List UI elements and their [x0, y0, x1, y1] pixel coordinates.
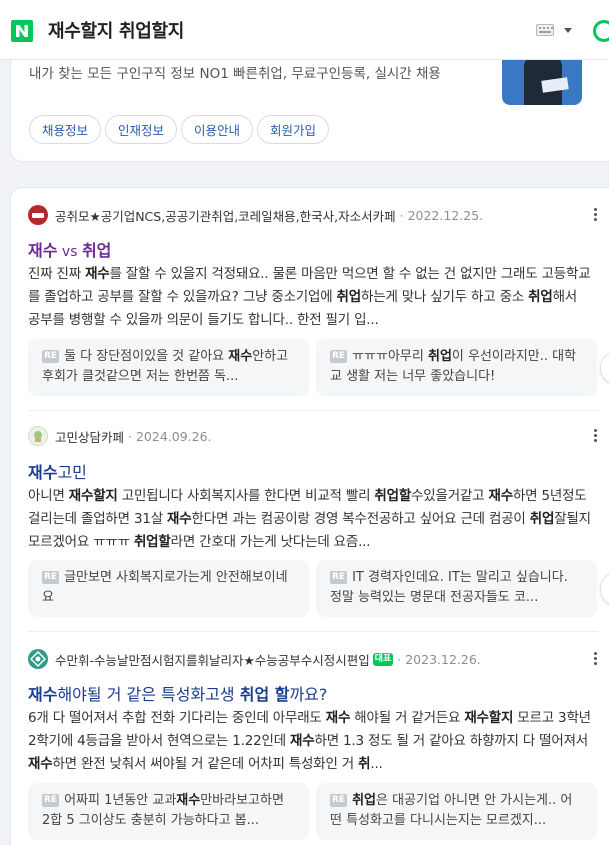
more-options-icon[interactable] — [594, 429, 597, 443]
result-source[interactable]: 고민상담카페 · 2024.09.26. — [28, 426, 212, 446]
result-title[interactable]: 재수 vs 취업 — [28, 237, 111, 261]
post-date: · 2022.12.25. — [399, 207, 484, 223]
cafe-avatar — [28, 426, 48, 446]
result-source[interactable]: 수만휘-수능날만점시험지를휘날리자★수능공부수시정시편입 대표 · 2023.1… — [28, 649, 481, 669]
divider — [28, 631, 598, 632]
comment-card[interactable]: RE 어짜피 1년동안 교과재수만바라보고하면 2합 5 그이상도 충분히 가능하… — [28, 783, 309, 840]
ad-link-guide[interactable]: 이용안내 — [181, 115, 254, 144]
search-icon[interactable] — [593, 20, 609, 42]
cafe-name: 공취모★공기업NCS,공공기관취업,코레일채용,한국사,자소서카페 — [55, 208, 396, 224]
comment-carousel: RE 둘 다 장단점이있을 것 같아요 재수안하고 후회가 클것같으면 저는 한번… — [28, 339, 609, 396]
result-title[interactable]: 재수고민 — [28, 459, 87, 483]
cafe-results-section: 공취모★공기업NCS,공공기관취업,코레일채용,한국사,자소서카페 · 2022… — [10, 187, 609, 845]
result-title[interactable]: 재수해야될 거 같은 특성화고생 취업 할까요? — [28, 681, 327, 705]
search-header: 재수할지 취업할지 — [0, 0, 609, 60]
comment-card[interactable]: RE 글만보면 사회복지로가는게 안전해보이네요 — [28, 560, 309, 617]
ad-description[interactable]: 내가 찾는 모든 구인구직 정보 NO1 빠른취업, 무료구인등록, 실시간 채… — [29, 63, 469, 85]
ad-links: 채용정보 인재정보 이용안내 회원가입 — [29, 115, 330, 144]
cafe-avatar — [28, 649, 48, 669]
more-options-icon[interactable] — [594, 208, 597, 222]
ad-thumbnail[interactable] — [502, 53, 582, 105]
post-date: · 2024.09.26. — [128, 428, 212, 444]
ad-link-jobs[interactable]: 채용정보 — [29, 115, 102, 144]
cafe-name: 수만휘-수능날만점시험지를휘날리자★수능공부수시정시편입 — [55, 652, 370, 668]
comment-card[interactable]: RE 둘 다 장단점이있을 것 같아요 재수안하고 후회가 클것같으면 저는 한번… — [28, 339, 309, 396]
next-comments-button[interactable] — [600, 351, 609, 385]
cafe-avatar — [28, 205, 48, 225]
keyboard-icon[interactable] — [536, 24, 554, 36]
result-snippet[interactable]: 6개 다 떨어져서 추합 전화 기다리는 중인데 아무래도 재수 해야될 거 같… — [28, 707, 593, 776]
comment-carousel: RE 글만보면 사회복지로가는게 안전해보이네요 RE IT 경력자인데요. IT는… — [28, 560, 609, 617]
cafe-name: 고민상담카페 — [55, 429, 125, 445]
representative-badge: 대표 — [372, 652, 394, 666]
divider — [28, 410, 598, 411]
ad-link-talent[interactable]: 인재정보 — [105, 115, 178, 144]
search-query-text[interactable]: 재수할지 취업할지 — [48, 17, 184, 43]
comment-carousel: RE 어짜피 1년동안 교과재수만바라보고하면 2합 5 그이상도 충분히 가능하… — [28, 783, 609, 840]
post-date: · 2023.12.26. — [397, 651, 481, 667]
comment-card[interactable]: RE IT 경력자인데요. IT는 말리고 싶습니다. 정말 능력있는 명문대 전… — [316, 560, 597, 617]
chevron-down-icon[interactable] — [564, 28, 572, 33]
ad-link-signup[interactable]: 회원가입 — [257, 115, 330, 144]
comment-card[interactable]: RE ㅠㅠㅠ아무리 취업이 우선이라지만.. 대학교 생활 저는 너무 좋았습니다… — [316, 339, 597, 396]
comment-card[interactable]: RE 취업은 대공기업 아니면 안 가시는게.. 어떤 특성화고를 다니시는지는 … — [316, 783, 597, 840]
result-snippet[interactable]: 아니면 재수할지 고민됩니다 사회복지사를 한다면 비교적 빨리 취업할수있을거… — [28, 485, 593, 554]
naver-logo-icon[interactable] — [11, 20, 33, 42]
more-options-icon[interactable] — [594, 652, 597, 666]
result-source[interactable]: 공취모★공기업NCS,공공기관취업,코레일채용,한국사,자소서카페 · 2022… — [28, 205, 483, 225]
next-comments-button[interactable] — [600, 572, 609, 606]
result-snippet[interactable]: 진짜 진짜 재수를 잘할 수 있을지 걱정돼요.. 물론 마음만 먹으면 할 수… — [28, 263, 593, 332]
